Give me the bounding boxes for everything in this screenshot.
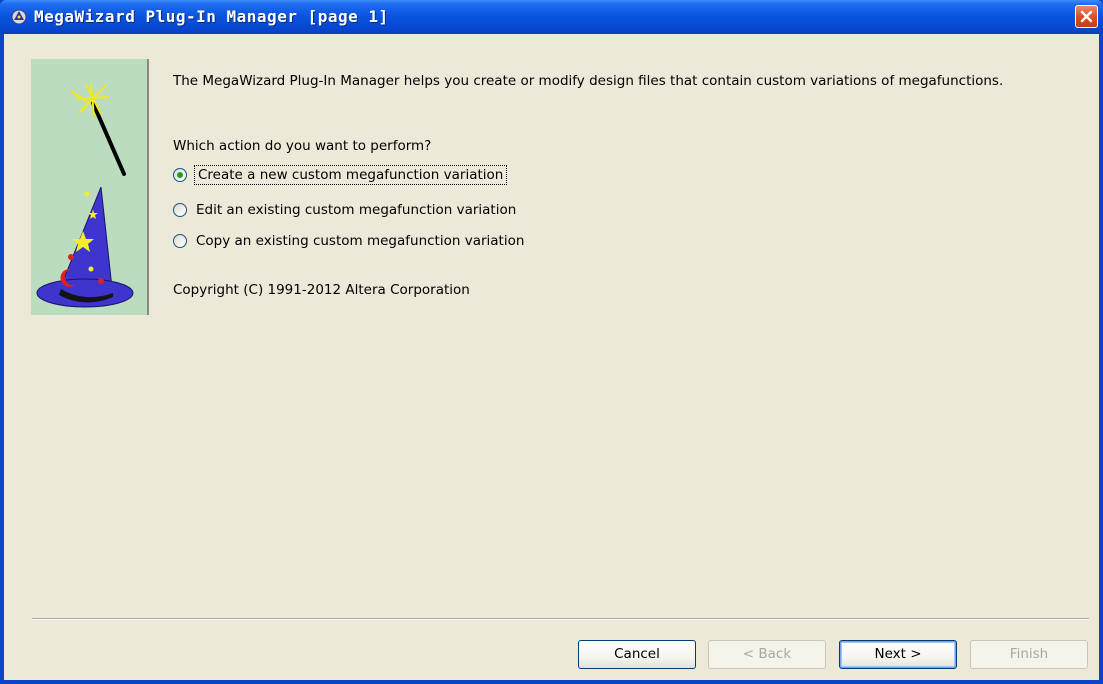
copyright-text: Copyright (C) 1991-2012 Altera Corporati… [173,282,470,298]
close-icon [1080,10,1093,23]
dialog-client-area: The MegaWizard Plug-In Manager helps you… [4,34,1099,680]
option-create-new-label[interactable]: Create a new custom megafunction variati… [193,165,508,185]
back-button[interactable]: < Back [708,640,826,669]
radio-edit-existing[interactable] [173,203,187,217]
option-copy-existing[interactable]: Copy an existing custom megafunction var… [173,231,524,251]
question-text: Which action do you want to perform? [173,138,432,154]
option-edit-existing-label[interactable]: Edit an existing custom megafunction var… [196,202,516,218]
option-edit-existing[interactable]: Edit an existing custom megafunction var… [173,200,516,220]
title-bar[interactable]: MegaWizard Plug-In Manager [page 1] [0,0,1103,34]
wizard-window: MegaWizard Plug-In Manager [page 1] The … [0,0,1103,684]
finish-button[interactable]: Finish [970,640,1088,669]
separator-line [32,618,1089,620]
option-copy-existing-label[interactable]: Copy an existing custom megafunction var… [196,233,524,249]
cancel-button[interactable]: Cancel [578,640,696,669]
wizard-app-icon [11,9,27,25]
next-button[interactable]: Next > [839,640,957,669]
intro-text: The MegaWizard Plug-In Manager helps you… [173,73,1004,89]
window-title: MegaWizard Plug-In Manager [page 1] [34,7,389,26]
option-create-new[interactable]: Create a new custom megafunction variati… [173,165,508,185]
radio-copy-existing[interactable] [173,234,187,248]
radio-create-new[interactable] [173,168,187,182]
wizard-hat-icon [36,186,134,308]
close-button[interactable] [1075,5,1098,28]
magic-wand-icon [70,82,126,176]
wizard-illustration [31,59,149,315]
